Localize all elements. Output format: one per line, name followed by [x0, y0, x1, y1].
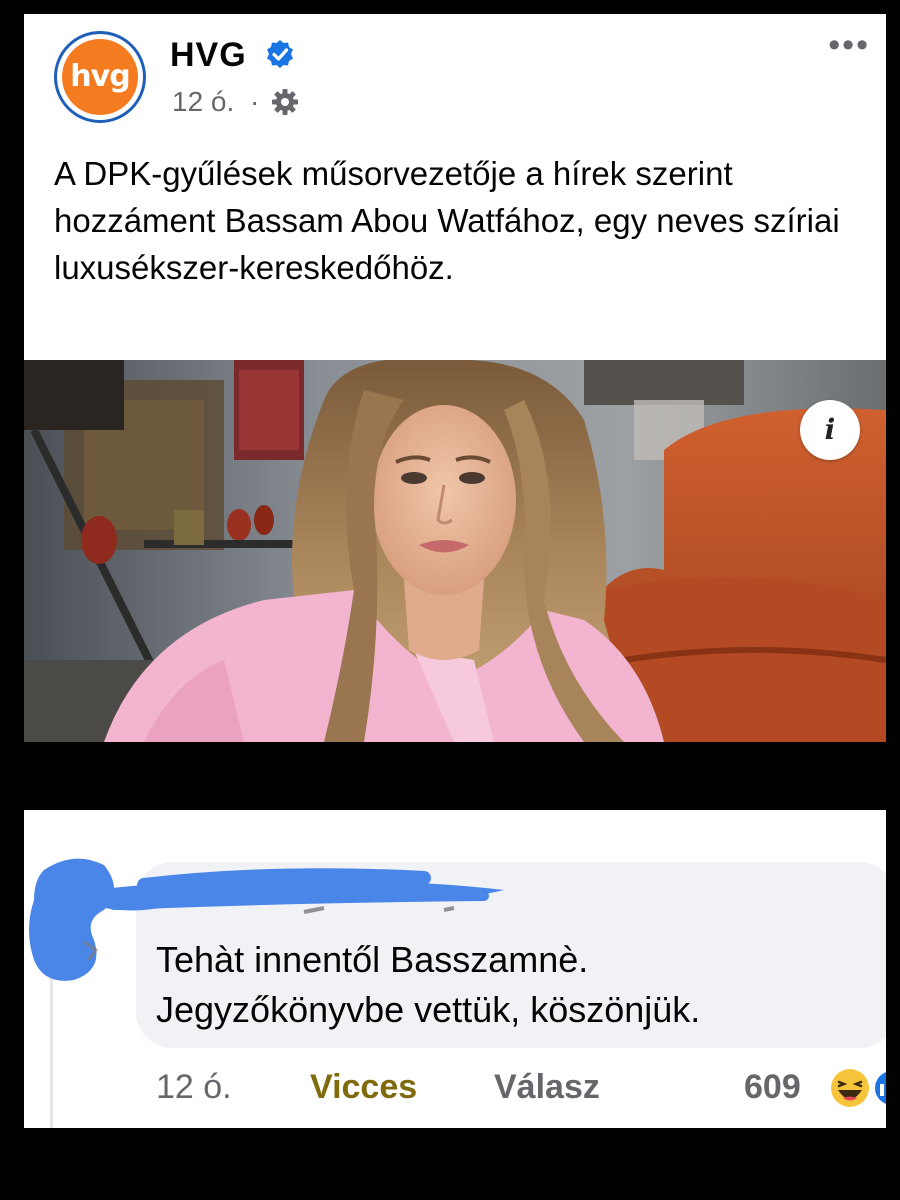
gear-icon[interactable]: [271, 88, 299, 116]
post-photo[interactable]: [24, 360, 886, 742]
hvg-logo: hvg: [62, 39, 138, 115]
comment-line-2: Jegyzőkönyvbe vettük, köszönjük.: [156, 989, 701, 1030]
comment-timestamp[interactable]: 12 ó.: [156, 1064, 232, 1110]
more-options-icon[interactable]: •••: [828, 26, 870, 65]
info-icon[interactable]: i: [800, 400, 860, 460]
reply-button[interactable]: Válasz: [494, 1064, 600, 1110]
verified-badge-icon: [267, 40, 293, 68]
like-reaction-icon[interactable]: [872, 1070, 886, 1106]
post-text: A DPK-gyűlések műsorvezetője a hírek sze…: [54, 155, 840, 286]
logo-text: hvg: [70, 59, 130, 94]
haha-emoji-icon[interactable]: [830, 1068, 870, 1108]
separator-dot: ·: [250, 86, 260, 117]
comment-line-1: Tehàt innentől Basszamnè.: [156, 939, 589, 980]
comment-actions: 12 ó. Vicces Válasz 609: [156, 1064, 886, 1110]
reaction-button[interactable]: Vicces: [310, 1064, 417, 1110]
post-card: hvg HVG 12 ó. · ••• A DPK-gyűlések műsor…: [24, 14, 886, 742]
reaction-count[interactable]: 609: [744, 1064, 801, 1110]
comment-card: Tehàt innentől Basszamnè. Jegyzőkönyvbe …: [24, 810, 886, 1128]
page-name[interactable]: HVG: [170, 36, 247, 75]
page-avatar[interactable]: hvg: [54, 31, 146, 123]
post-timestamp[interactable]: 12 ó.: [172, 86, 234, 118]
comment-text: Tehàt innentől Basszamnè. Jegyzőkönyvbe …: [156, 935, 886, 1035]
post-header: hvg HVG 12 ó. · •••: [24, 14, 886, 154]
